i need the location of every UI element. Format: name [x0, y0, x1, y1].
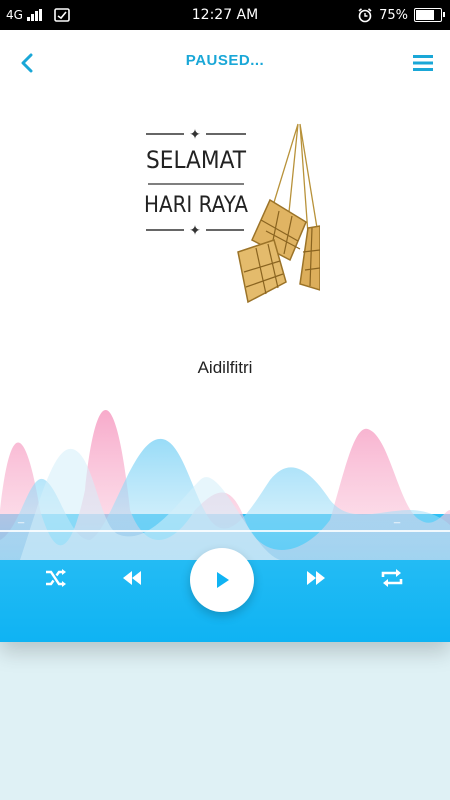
- repeat-icon: [381, 569, 403, 587]
- status-bar: 4G 12:27 AM 75%: [0, 0, 450, 30]
- fast-forward-icon: [307, 571, 325, 585]
- play-icon: [217, 572, 229, 588]
- svg-text:✦: ✦: [189, 127, 201, 143]
- next-button[interactable]: [300, 562, 332, 594]
- cover-line-1: SELAMAT: [146, 146, 246, 174]
- lower-background: [0, 642, 450, 800]
- battery-level: [416, 10, 434, 20]
- hamburger-menu-icon: [413, 55, 433, 71]
- total-time: _: [394, 512, 401, 524]
- audio-visualizer: [0, 410, 450, 560]
- cover-line-2: HARI RAYA: [144, 193, 248, 218]
- album-cover: ✦ SELAMAT HARI RAYA ✦: [140, 122, 321, 312]
- shuffle-icon: [46, 569, 66, 587]
- repeat-button[interactable]: [376, 562, 408, 594]
- page-title: PAUSED...: [185, 52, 265, 69]
- play-button[interactable]: [190, 548, 254, 612]
- shuffle-button[interactable]: [40, 562, 72, 594]
- top-bar: PAUSED...: [0, 30, 450, 94]
- status-right: 75%: [357, 7, 445, 23]
- elapsed-time: _: [18, 512, 25, 524]
- player-card: PAUSED... ✦ SELAMAT HARI RAYA ✦ Aidilfit…: [0, 30, 450, 642]
- previous-button[interactable]: [116, 562, 148, 594]
- battery-percent: 75%: [379, 7, 408, 23]
- rewind-icon: [123, 571, 141, 585]
- album-art-illustration: ✦ SELAMAT HARI RAYA ✦: [144, 123, 321, 304]
- alarm-icon: [358, 8, 372, 23]
- svg-text:✦: ✦: [189, 223, 201, 239]
- menu-button[interactable]: [408, 48, 438, 78]
- battery-icon: [414, 8, 445, 22]
- ketupat-icon: [299, 225, 321, 292]
